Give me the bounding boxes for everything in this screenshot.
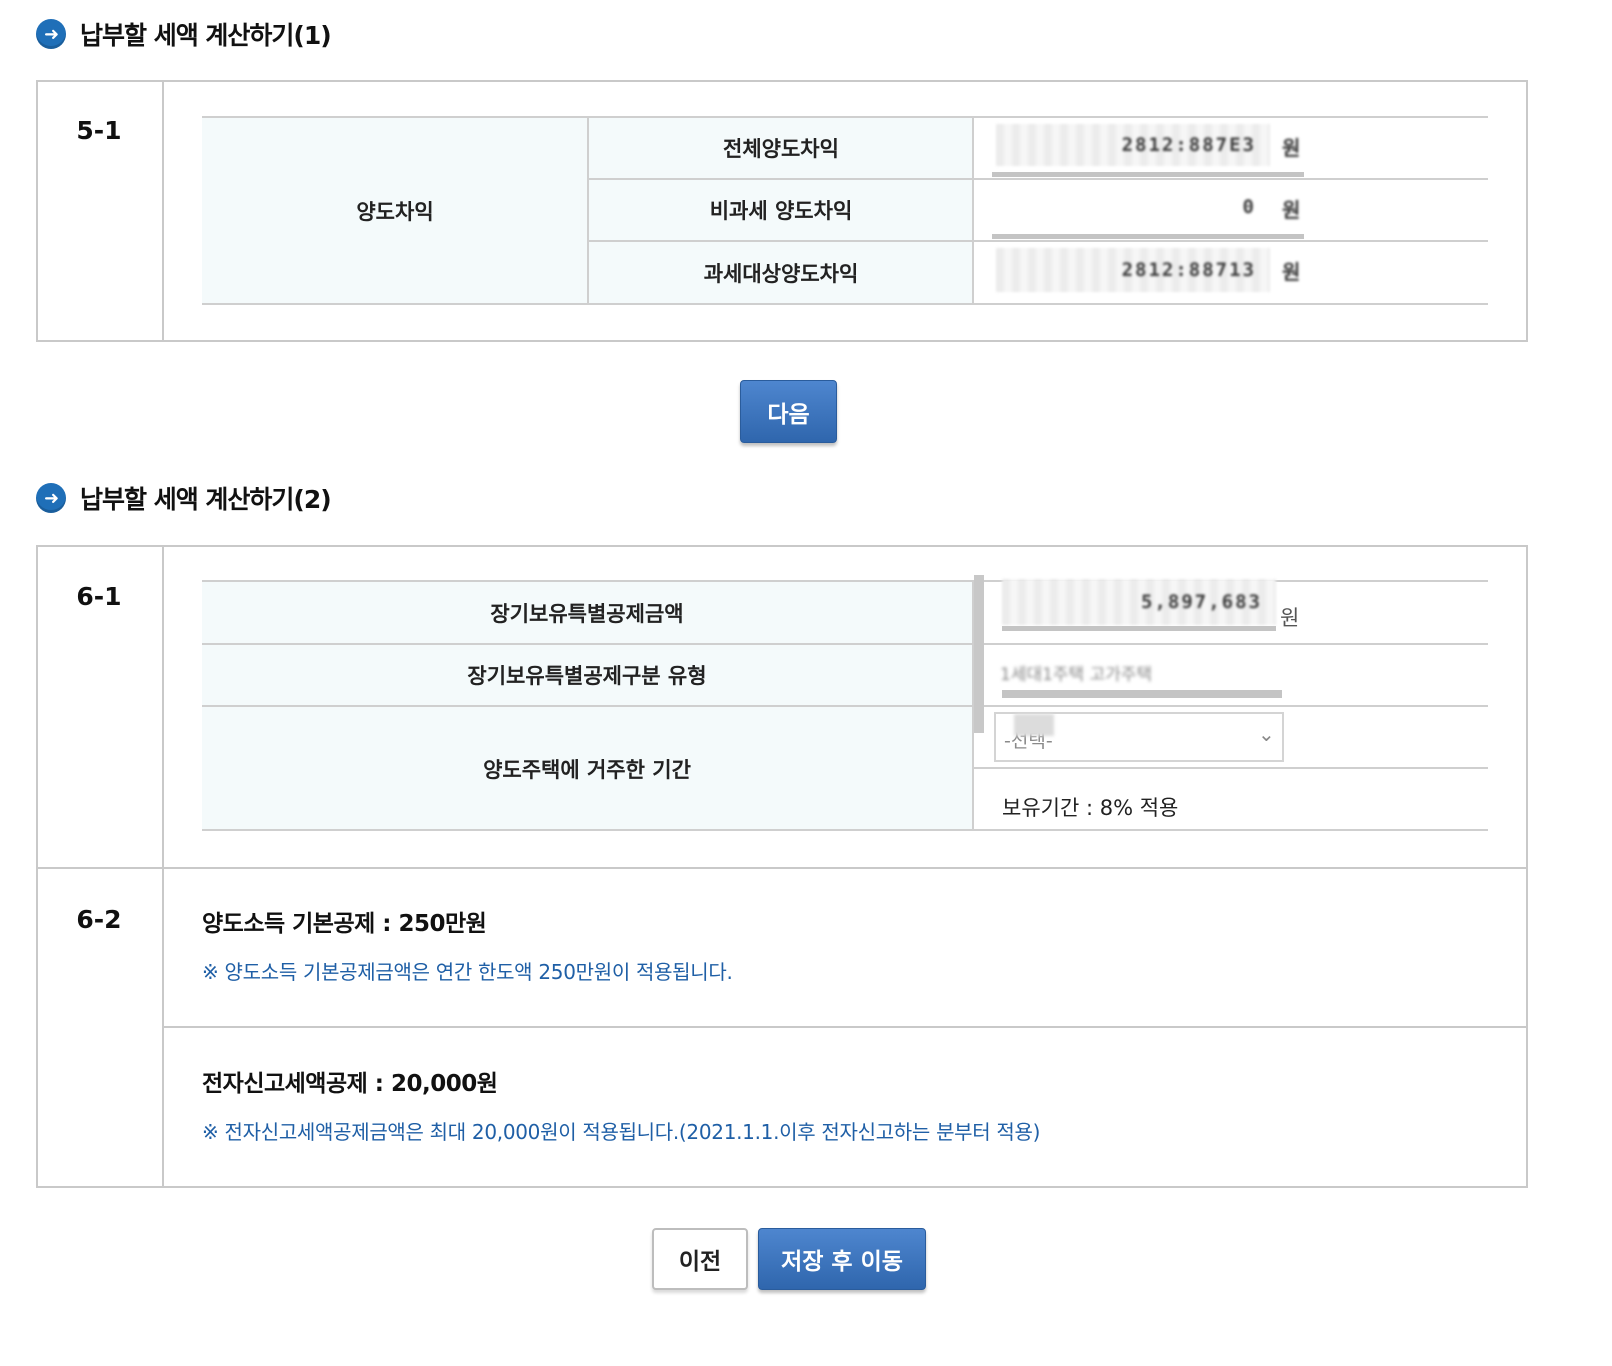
table-line (588, 178, 1488, 180)
step-6-1: 6-1 (76, 582, 122, 611)
label-deduction-type: 장기보유특별공제구분 유형 (202, 644, 972, 706)
holding-period-note: 보유기간 : 8% 적용 (1002, 796, 1179, 820)
unit-won: 원 (1282, 136, 1301, 160)
section1-heading: ➜ 납부할 세액 계산하기(1) (36, 16, 332, 52)
table-line (202, 116, 1488, 118)
table-line (202, 705, 1488, 707)
unit-won: 원 (1282, 260, 1301, 284)
select-overlay-blur (1014, 714, 1054, 736)
unit-won: 원 (1280, 606, 1300, 630)
label-total-gain: 전체양도차익 (588, 117, 974, 179)
step-6-2: 6-2 (76, 905, 122, 934)
field-underline (1002, 690, 1282, 698)
step-5-1: 5-1 (76, 116, 122, 145)
arrow-right-circle-icon: ➜ (36, 483, 66, 513)
chevron-down-icon: ⌄ (1258, 722, 1275, 746)
total-gain-field[interactable]: 2812:887E3 (996, 124, 1270, 166)
label-residence-period: 양도주택에 거주한 기간 (202, 706, 972, 831)
table-line (202, 643, 1488, 645)
field-underline (1002, 626, 1276, 631)
section2-title: 납부할 세액 계산하기(2) (80, 485, 332, 514)
next-button[interactable]: 다음 (740, 380, 837, 443)
table-line (202, 580, 1488, 582)
label-nontax-gain: 비과세 양도차익 (588, 179, 974, 241)
table-line (588, 240, 1488, 242)
field-underline (992, 172, 1304, 177)
section2-subrow-divider (162, 1026, 1528, 1028)
section2-heading: ➜ 납부할 세액 계산하기(2) (36, 480, 332, 516)
section1-divider (162, 80, 164, 342)
label-long-term-deduction: 장기보유특별공제금액 (202, 582, 972, 644)
nontax-gain-field[interactable]: 0 (996, 186, 1270, 228)
deduction-type-field[interactable]: 1세대1주택 고가주택 (1000, 652, 1282, 692)
e-filing-deduction-note: ※ 전자신고세액공제금액은 최대 20,000원이 적용됩니다.(2021.1.… (202, 1120, 1041, 1144)
unit-won: 원 (1282, 198, 1301, 222)
table-line (202, 829, 1488, 831)
scrollbar[interactable] (974, 575, 984, 733)
basic-deduction-title: 양도소득 기본공제 : 250만원 (202, 911, 487, 937)
section2-row-divider (36, 867, 1528, 869)
prev-button[interactable]: 이전 (652, 1228, 748, 1290)
table-vline (587, 116, 589, 305)
field-underline (992, 234, 1304, 239)
table-line (972, 767, 1488, 769)
long-term-deduction-field[interactable]: 5,897,683 (1002, 579, 1276, 625)
table-line (202, 303, 1488, 305)
section1-title: 납부할 세액 계산하기(1) (80, 21, 332, 50)
save-and-move-button[interactable]: 저장 후 이동 (758, 1228, 926, 1290)
group-label-gain: 양도차익 (202, 117, 588, 304)
basic-deduction-note: ※ 양도소득 기본공제금액은 연간 한도액 250만원이 적용됩니다. (202, 960, 733, 984)
arrow-right-circle-icon: ➜ (36, 19, 66, 49)
label-taxable-gain: 과세대상양도차익 (588, 241, 974, 304)
table-vline (972, 116, 974, 305)
e-filing-deduction-title: 전자신고세액공제 : 20,000원 (202, 1071, 498, 1097)
taxable-gain-field[interactable]: 2812:88713 (996, 248, 1270, 292)
